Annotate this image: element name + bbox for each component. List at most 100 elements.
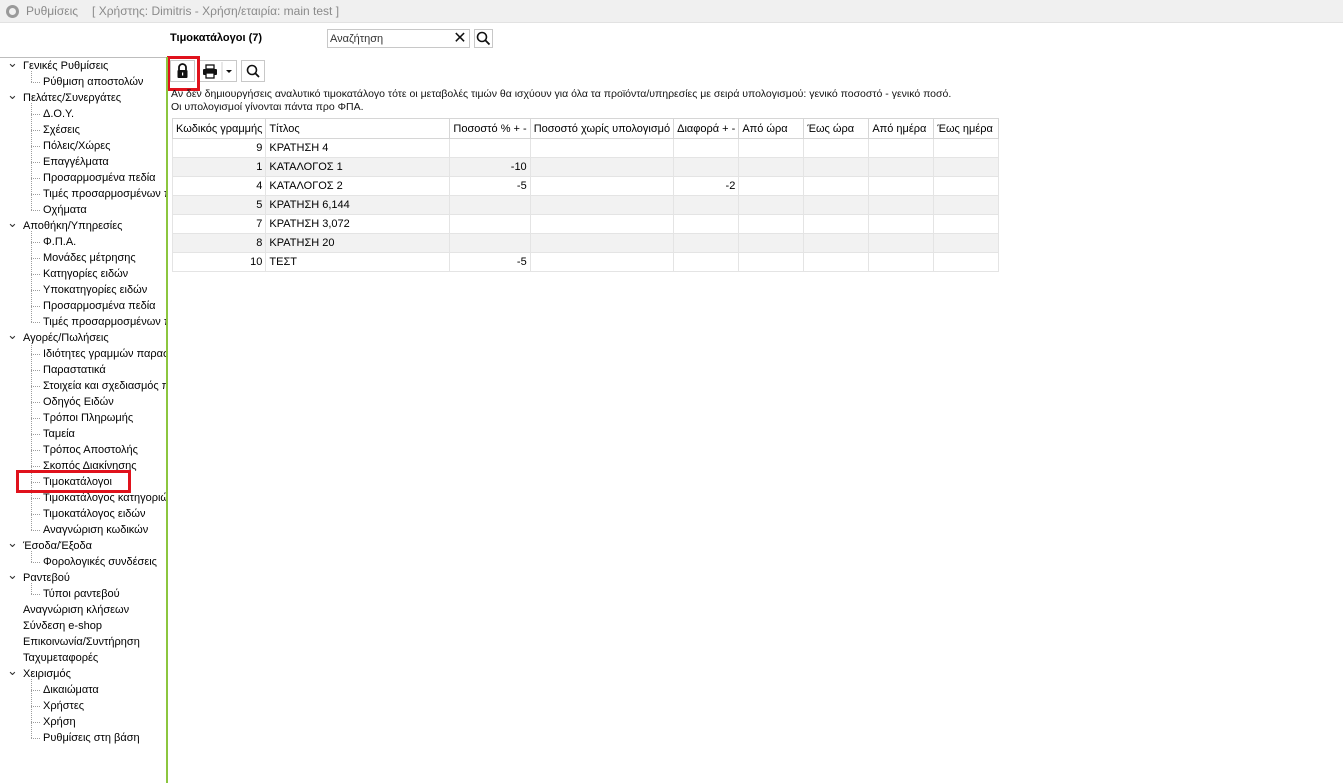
- tree-item[interactable]: Αναγνώριση κωδικών: [0, 522, 166, 538]
- tree-group[interactable]: ⌄ Χειρισμός: [0, 664, 166, 682]
- splitter[interactable]: [166, 57, 168, 783]
- table-cell[interactable]: [449, 233, 531, 253]
- tree-item[interactable]: Τιμές προσαρμοσμένων π: [0, 314, 166, 330]
- table-cell[interactable]: [738, 233, 805, 253]
- column-header[interactable]: Έως ώρα: [803, 118, 870, 139]
- table-cell[interactable]: [933, 176, 1000, 196]
- table-cell[interactable]: [868, 214, 935, 234]
- search-field[interactable]: ✕: [327, 29, 470, 48]
- table-cell[interactable]: [529, 138, 675, 158]
- table-cell[interactable]: ΚΡΑΤΗΣΗ 4: [265, 138, 451, 158]
- print-button[interactable]: [198, 60, 237, 82]
- column-header[interactable]: Από ημέρα: [868, 118, 935, 139]
- table-cell[interactable]: [933, 214, 1000, 234]
- tree-item[interactable]: Τρόπος Αποστολής: [0, 442, 166, 458]
- table-cell[interactable]: [868, 138, 935, 158]
- table-cell[interactable]: [803, 214, 870, 234]
- tree-item[interactable]: Δ.Ο.Υ.: [0, 106, 166, 122]
- column-header[interactable]: Τίτλος: [265, 118, 451, 139]
- tree-item[interactable]: Τιμοκατάλογος ειδών: [0, 506, 166, 522]
- table-cell[interactable]: [449, 138, 531, 158]
- table-row[interactable]: 10 ΤΕΣΤ -5: [171, 252, 1000, 272]
- table-cell[interactable]: [868, 157, 935, 177]
- table-cell[interactable]: 9: [171, 138, 267, 158]
- tree-item[interactable]: Ιδιότητες γραμμών παραστ: [0, 346, 166, 362]
- table-cell[interactable]: [529, 195, 675, 215]
- tree-group[interactable]: ⌄ Αγορές/Πωλήσεις: [0, 328, 166, 346]
- table-cell[interactable]: [738, 252, 805, 272]
- table-cell[interactable]: 10: [171, 252, 267, 272]
- table-cell[interactable]: ΚΡΑΤΗΣΗ 6,144: [265, 195, 451, 215]
- table-cell[interactable]: [803, 138, 870, 158]
- clear-icon[interactable]: ✕: [452, 30, 468, 47]
- tree-group[interactable]: ⌄ Γενικές Ρυθμίσεις: [0, 57, 166, 74]
- table-cell[interactable]: ΤΕΣΤ: [265, 252, 451, 272]
- table-cell[interactable]: [529, 157, 675, 177]
- table-cell[interactable]: -2: [673, 176, 740, 196]
- table-cell[interactable]: [933, 138, 1000, 158]
- tree-item[interactable]: Μονάδες μέτρησης: [0, 250, 166, 266]
- tree-item[interactable]: Ρύθμιση αποστολών: [0, 74, 166, 90]
- tree-item[interactable]: Ταμεία: [0, 426, 166, 442]
- column-header[interactable]: Ποσοστό χωρίς υπολογισμό: [529, 118, 675, 139]
- table-cell[interactable]: [803, 233, 870, 253]
- tree-group[interactable]: Επικοινωνία/Συντήρηση: [0, 634, 166, 650]
- chevron-down-icon[interactable]: ⌄: [7, 664, 18, 682]
- tree-item[interactable]: Επαγγέλματα: [0, 154, 166, 170]
- table-cell[interactable]: [933, 233, 1000, 253]
- table-cell[interactable]: [449, 195, 531, 215]
- table-cell[interactable]: [449, 214, 531, 234]
- table-cell[interactable]: [529, 176, 675, 196]
- search-tool-button[interactable]: [241, 60, 265, 82]
- chevron-down-icon[interactable]: ⌄: [7, 536, 18, 554]
- tree-group[interactable]: ⌄ Αποθήκη/Υπηρεσίες: [0, 216, 166, 234]
- table-cell[interactable]: ΚΡΑΤΗΣΗ 20: [265, 233, 451, 253]
- tree-item[interactable]: Υποκατηγορίες ειδών: [0, 282, 166, 298]
- tree-item[interactable]: Τρόποι Πληρωμής: [0, 410, 166, 426]
- tree-item[interactable]: Προσαρμοσμένα πεδία: [0, 298, 166, 314]
- table-cell[interactable]: 8: [171, 233, 267, 253]
- table-row[interactable]: 4 ΚΑΤΑΛΟΓΟΣ 2 -5 -2: [171, 176, 1000, 196]
- tree-group[interactable]: Σύνδεση e-shop: [0, 618, 166, 634]
- tree-item[interactable]: Σχέσεις: [0, 122, 166, 138]
- tree-item[interactable]: Τιμές προσαρμοσμένων π: [0, 186, 166, 202]
- table-cell[interactable]: 7: [171, 214, 267, 234]
- search-button[interactable]: [474, 29, 493, 48]
- tree-group[interactable]: ⌄ Ραντεβού: [0, 568, 166, 586]
- tree-item[interactable]: Φ.Π.Α.: [0, 234, 166, 250]
- chevron-down-icon[interactable]: ⌄: [7, 216, 18, 234]
- table-cell[interactable]: ΚΑΤΑΛΟΓΟΣ 2: [265, 176, 451, 196]
- table-cell[interactable]: 5: [171, 195, 267, 215]
- column-header[interactable]: Διαφορά + -: [673, 118, 740, 139]
- tree-group[interactable]: ⌄ Πελάτες/Συνεργάτες: [0, 88, 166, 106]
- table-cell[interactable]: [673, 157, 740, 177]
- table-cell[interactable]: [673, 214, 740, 234]
- table-row[interactable]: 9 ΚΡΑΤΗΣΗ 4: [171, 138, 1000, 158]
- table-cell[interactable]: [529, 233, 675, 253]
- table-cell[interactable]: [803, 176, 870, 196]
- table-cell[interactable]: -5: [449, 176, 531, 196]
- table-row[interactable]: 5 ΚΡΑΤΗΣΗ 6,144: [171, 195, 1000, 215]
- tree-item[interactable]: Οδηγός Ειδών: [0, 394, 166, 410]
- column-header[interactable]: Έως ημέρα: [933, 118, 1000, 139]
- tree-group[interactable]: Αναγνώριση κλήσεων: [0, 602, 166, 618]
- chevron-down-icon[interactable]: ⌄: [7, 328, 18, 346]
- chevron-down-icon[interactable]: ⌄: [7, 568, 18, 586]
- table-cell[interactable]: -5: [449, 252, 531, 272]
- table-cell[interactable]: [868, 233, 935, 253]
- table-cell[interactable]: [529, 252, 675, 272]
- table-cell[interactable]: [738, 138, 805, 158]
- table-cell[interactable]: [673, 252, 740, 272]
- tree-item[interactable]: Φορολογικές συνδέσεις: [0, 554, 166, 570]
- table-cell[interactable]: [868, 195, 935, 215]
- table-cell[interactable]: [803, 195, 870, 215]
- tree-item[interactable]: Οχήματα: [0, 202, 166, 218]
- tree-item[interactable]: Πόλεις/Χώρες: [0, 138, 166, 154]
- tree-item[interactable]: Χρήση: [0, 714, 166, 730]
- chevron-down-icon[interactable]: ⌄: [7, 88, 18, 106]
- table-cell[interactable]: [933, 157, 1000, 177]
- table-cell[interactable]: 4: [171, 176, 267, 196]
- table-cell[interactable]: [868, 176, 935, 196]
- search-input[interactable]: [330, 31, 450, 46]
- tree-item[interactable]: Χρήστες: [0, 698, 166, 714]
